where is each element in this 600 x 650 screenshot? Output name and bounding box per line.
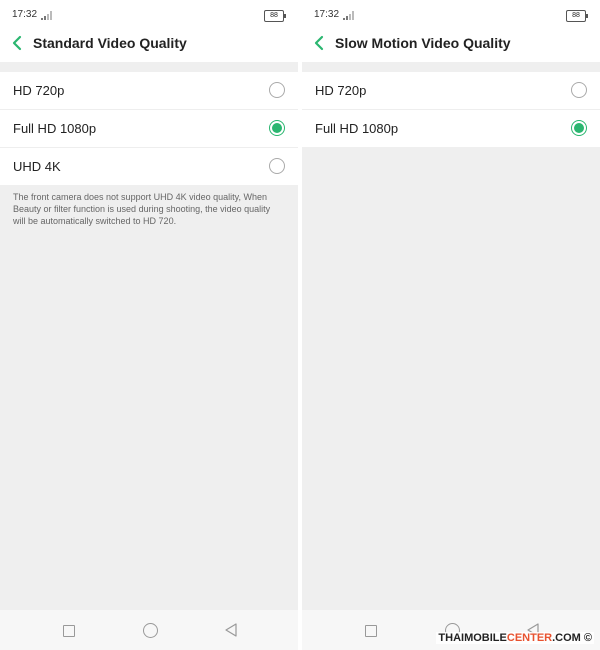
option-label: HD 720p <box>315 83 367 98</box>
signal-icon <box>41 11 52 20</box>
status-bar: 17:32 88 <box>0 0 298 26</box>
title-bar: Slow Motion Video Quality <box>302 26 600 62</box>
screens: 17:32 88 Standard Video Quality HD 720p … <box>0 0 600 650</box>
option-label: HD 720p <box>13 83 65 98</box>
option-uhd-4k[interactable]: UHD 4K <box>0 148 298 185</box>
signal-icon <box>343 11 354 20</box>
option-label: UHD 4K <box>13 159 61 174</box>
navigation-bar <box>302 610 600 650</box>
option-hd-720p[interactable]: HD 720p <box>0 72 298 110</box>
watermark-suffix: .COM © <box>552 632 592 644</box>
status-time: 17:32 <box>314 9 340 20</box>
navigation-bar <box>0 610 298 650</box>
radio-checked-icon[interactable] <box>269 120 285 136</box>
option-full-hd-1080p[interactable]: Full HD 1080p <box>0 110 298 148</box>
status-bar: 17:32 88 <box>302 0 600 26</box>
radio-icon[interactable] <box>571 82 587 98</box>
option-hd-720p[interactable]: HD 720p <box>302 72 600 110</box>
quality-options-list: HD 720p Full HD 1080p UHD 4K <box>0 72 298 185</box>
watermark-accent: CENTER <box>506 632 553 644</box>
phone-standard-video: 17:32 88 Standard Video Quality HD 720p … <box>0 0 298 650</box>
radio-icon[interactable] <box>269 158 285 174</box>
phone-slow-motion-video: 17:32 88 Slow Motion Video Quality HD 72… <box>302 0 600 650</box>
back-arrow-icon[interactable] <box>312 35 326 51</box>
radio-checked-icon[interactable] <box>571 120 587 136</box>
option-label: Full HD 1080p <box>315 121 399 136</box>
status-time: 17:32 <box>12 9 38 20</box>
option-label: Full HD 1080p <box>13 121 97 136</box>
quality-options-list: HD 720p Full HD 1080p <box>302 72 600 147</box>
watermark-prefix: THAIMOBILE <box>438 632 507 644</box>
title-bar: Standard Video Quality <box>0 26 298 62</box>
nav-back-icon[interactable] <box>225 623 237 637</box>
battery-icon: 88 <box>566 10 588 22</box>
nav-square-icon[interactable] <box>365 625 377 637</box>
front-camera-note: The front camera does not support UHD 4K… <box>13 192 271 226</box>
option-full-hd-1080p[interactable]: Full HD 1080p <box>302 110 600 147</box>
nav-square-icon[interactable] <box>63 625 75 637</box>
page-title: Slow Motion Video Quality <box>335 35 511 51</box>
page-title: Standard Video Quality <box>33 35 187 51</box>
back-arrow-icon[interactable] <box>10 35 24 51</box>
nav-circle-icon[interactable] <box>143 623 158 638</box>
radio-icon[interactable] <box>269 82 285 98</box>
battery-icon: 88 <box>264 10 286 22</box>
watermark: THAIMOBILECENTER.COM © <box>436 632 594 644</box>
